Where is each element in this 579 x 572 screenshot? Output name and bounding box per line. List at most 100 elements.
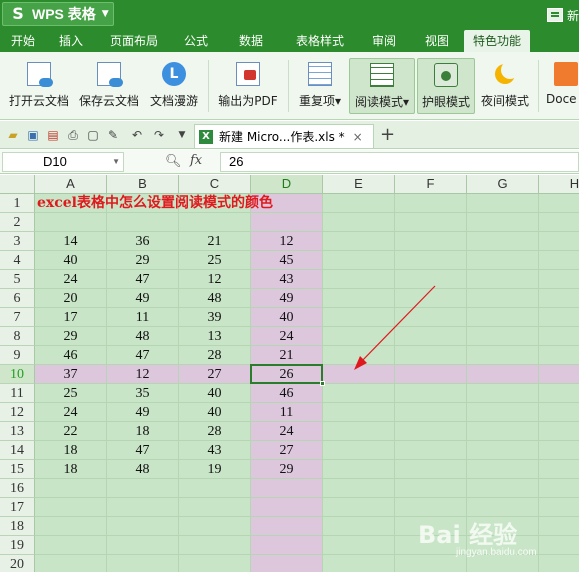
column-header-a[interactable]: A: [35, 175, 107, 194]
cell-f14[interactable]: [395, 441, 467, 460]
cell-d11[interactable]: 46: [251, 384, 323, 403]
app-menu-button[interactable]: S WPS 表格 ▼: [2, 2, 114, 26]
row-header-20[interactable]: 20: [0, 555, 35, 572]
cell-e13[interactable]: [323, 422, 395, 441]
cell-a9[interactable]: 46: [35, 346, 107, 365]
cell-e3[interactable]: [323, 232, 395, 251]
column-header-h[interactable]: H: [539, 175, 579, 194]
cell-b17[interactable]: [107, 498, 179, 517]
cell-e2[interactable]: [323, 213, 395, 232]
cell-a14[interactable]: 18: [35, 441, 107, 460]
cell-f5[interactable]: [395, 270, 467, 289]
cell-g16[interactable]: [467, 479, 539, 498]
cell-e5[interactable]: [323, 270, 395, 289]
cell-d2[interactable]: [251, 213, 323, 232]
tab-data[interactable]: 数据: [220, 30, 282, 52]
cell-g12[interactable]: [467, 403, 539, 422]
export-pdf-button[interactable]: 输出为PDF: [214, 58, 282, 114]
cell-c6[interactable]: 48: [179, 289, 251, 308]
save-cloud-doc-button[interactable]: 保存云文档: [76, 58, 142, 114]
row-header-7[interactable]: 7: [0, 308, 35, 327]
name-box[interactable]: D10 ▼: [2, 152, 124, 172]
tab-page-layout[interactable]: 页面布局: [96, 30, 172, 52]
column-header-f[interactable]: F: [395, 175, 467, 194]
cell-d17[interactable]: [251, 498, 323, 517]
cell-c9[interactable]: 28: [179, 346, 251, 365]
cell-f1[interactable]: [395, 194, 467, 213]
cell-d14[interactable]: 27: [251, 441, 323, 460]
cell-e6[interactable]: [323, 289, 395, 308]
cell-d20[interactable]: [251, 555, 323, 572]
cell-a20[interactable]: [35, 555, 107, 572]
cell-c18[interactable]: [179, 517, 251, 536]
search-icon[interactable]: 🔍︎: [165, 154, 182, 169]
cell-d9[interactable]: 21: [251, 346, 323, 365]
redo-icon[interactable]: ↷: [152, 128, 166, 142]
cell-g13[interactable]: [467, 422, 539, 441]
duplicates-button[interactable]: 重复项▾: [294, 58, 346, 114]
cell-f16[interactable]: [395, 479, 467, 498]
cell-b3[interactable]: 36: [107, 232, 179, 251]
cell-h11[interactable]: [539, 384, 579, 403]
cell-a13[interactable]: 22: [35, 422, 107, 441]
cell-e8[interactable]: [323, 327, 395, 346]
row-header-3[interactable]: 3: [0, 232, 35, 251]
cell-c5[interactable]: 12: [179, 270, 251, 289]
row-header-19[interactable]: 19: [0, 536, 35, 555]
cell-c2[interactable]: [179, 213, 251, 232]
row-header-14[interactable]: 14: [0, 441, 35, 460]
cell-h9[interactable]: [539, 346, 579, 365]
cell-h2[interactable]: [539, 213, 579, 232]
cell-g10[interactable]: [467, 365, 539, 384]
cell-c20[interactable]: [179, 555, 251, 572]
night-mode-button[interactable]: 夜间模式: [478, 58, 532, 114]
cell-g14[interactable]: [467, 441, 539, 460]
row-header-11[interactable]: 11: [0, 384, 35, 403]
cell-b5[interactable]: 47: [107, 270, 179, 289]
cell-b18[interactable]: [107, 517, 179, 536]
row-header-4[interactable]: 4: [0, 251, 35, 270]
cell-e14[interactable]: [323, 441, 395, 460]
cell-g8[interactable]: [467, 327, 539, 346]
cell-d19[interactable]: [251, 536, 323, 555]
cell-e15[interactable]: [323, 460, 395, 479]
row-header-15[interactable]: 15: [0, 460, 35, 479]
cell-e10[interactable]: [323, 365, 395, 384]
cell-e4[interactable]: [323, 251, 395, 270]
cell-f6[interactable]: [395, 289, 467, 308]
tab-view[interactable]: 视图: [410, 30, 464, 52]
format-painter-icon[interactable]: ✎: [106, 128, 120, 142]
cell-b14[interactable]: 47: [107, 441, 179, 460]
cell-c16[interactable]: [179, 479, 251, 498]
cell-b19[interactable]: [107, 536, 179, 555]
row-header-18[interactable]: 18: [0, 517, 35, 536]
select-all-corner[interactable]: [0, 175, 35, 194]
cell-d7[interactable]: 40: [251, 308, 323, 327]
cell-b20[interactable]: [107, 555, 179, 572]
row-header-16[interactable]: 16: [0, 479, 35, 498]
new-button[interactable]: 新: [546, 0, 579, 30]
cell-e12[interactable]: [323, 403, 395, 422]
cell-g7[interactable]: [467, 308, 539, 327]
cell-a4[interactable]: 40: [35, 251, 107, 270]
undo-icon[interactable]: ↶: [130, 128, 144, 142]
cell-e19[interactable]: [323, 536, 395, 555]
cell-c13[interactable]: 28: [179, 422, 251, 441]
cell-h20[interactable]: [539, 555, 579, 572]
cell-h4[interactable]: [539, 251, 579, 270]
cell-h18[interactable]: [539, 517, 579, 536]
row-header-12[interactable]: 12: [0, 403, 35, 422]
cell-h6[interactable]: [539, 289, 579, 308]
column-header-b[interactable]: B: [107, 175, 179, 194]
formula-input[interactable]: 26: [220, 152, 579, 172]
cell-a19[interactable]: [35, 536, 107, 555]
cell-g3[interactable]: [467, 232, 539, 251]
cell-h13[interactable]: [539, 422, 579, 441]
cell-b2[interactable]: [107, 213, 179, 232]
cell-b16[interactable]: [107, 479, 179, 498]
tab-insert[interactable]: 插入: [46, 30, 96, 52]
cell-c10[interactable]: 27: [179, 365, 251, 384]
cell-f13[interactable]: [395, 422, 467, 441]
tab-formulas[interactable]: 公式: [172, 30, 220, 52]
cell-a8[interactable]: 29: [35, 327, 107, 346]
